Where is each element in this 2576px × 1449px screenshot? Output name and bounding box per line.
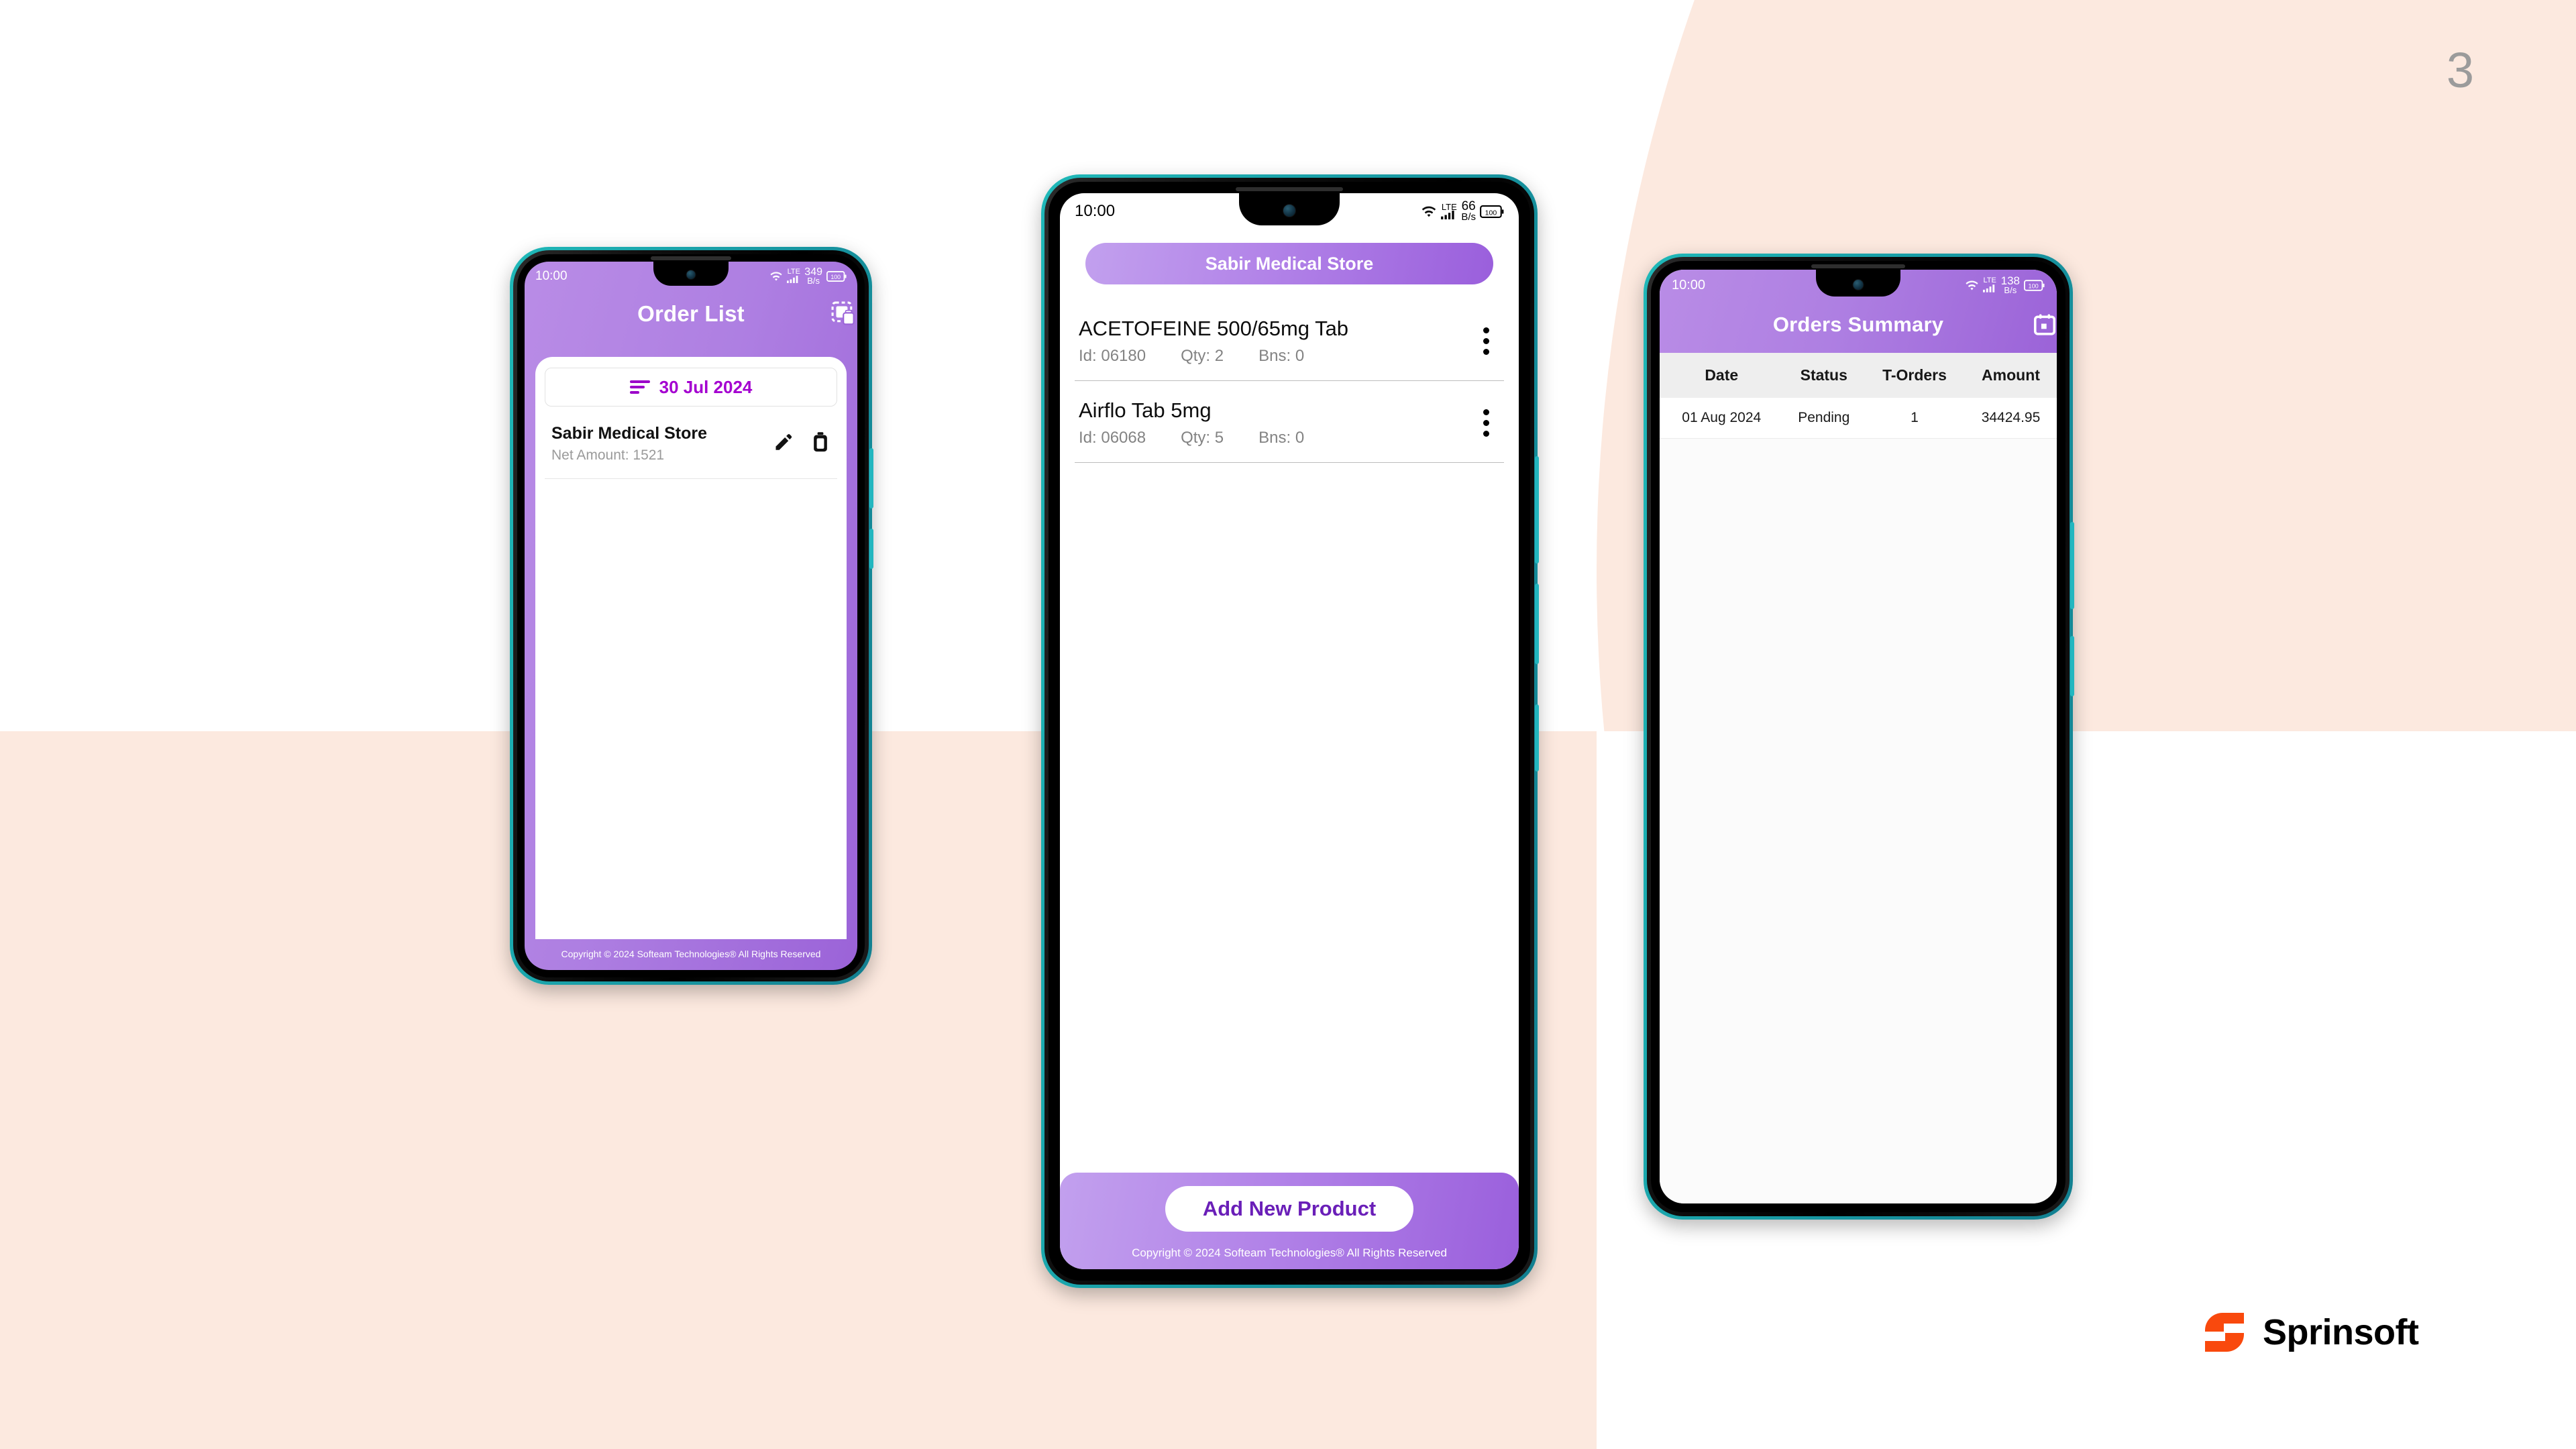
camera-notch [1816,270,1900,297]
network-type-label: LTE [787,268,800,276]
page-title: Order List [637,301,745,326]
volume-up-button[interactable] [1535,456,1539,564]
product-qty: Qty: 2 [1181,347,1224,365]
order-net-amount: Net Amount: 1521 [551,447,665,463]
cell-amount: 34424.95 [1964,398,2057,439]
phone-mockup-order-list: 10:00 LTE 349 B/s 100 Order List 30 Jul … [510,247,873,985]
bottom-action-bar: Add New Product Copyright © 2024 Softeam… [1060,1173,1519,1269]
volume-down-button[interactable] [1535,584,1539,664]
front-camera-icon [1283,204,1296,218]
power-button[interactable] [1535,704,1539,771]
earpiece-speaker [1236,187,1343,191]
product-name: Airflo Tab 5mg [1079,398,1212,422]
app-bar: Orders Summary [1660,297,2057,353]
order-store-name: Sabir Medical Store [551,424,708,443]
volume-button[interactable] [2070,522,2074,609]
store-name-pill[interactable]: Sabir Medical Store [1085,243,1493,284]
calendar-icon[interactable] [2033,313,2057,337]
signal-icon: LTE [1441,203,1457,220]
battery-icon: 100 [1480,205,1504,218]
footer-copyright: Copyright © 2024 Softeam Technologies® A… [561,949,821,959]
product-list-item[interactable]: ACETOFEINE 500/65mg Tab Id: 06180 Qty: 2… [1075,299,1504,381]
wifi-icon [1421,205,1437,218]
column-header-status: Status [1783,353,1865,398]
column-header-amount: Amount [1964,353,2057,398]
product-list-item[interactable]: Airflo Tab 5mg Id: 06068 Qty: 5 Bns: 0 [1075,381,1504,463]
status-time: 10:00 [1672,277,1706,292]
network-speed-unit: B/s [1461,211,1476,223]
signal-icon: LTE [1982,276,1997,292]
cell-date: 01 Aug 2024 [1660,398,1784,439]
network-speed-unit: B/s [2004,284,2017,295]
status-time: 10:00 [535,268,568,283]
add-new-product-button[interactable]: Add New Product [1165,1186,1414,1232]
camera-notch [653,262,729,286]
product-bns: Bns: 0 [1258,347,1305,365]
trash-icon[interactable] [810,431,830,456]
page-number: 3 [2446,42,2474,98]
wifi-icon [769,271,783,282]
power-button[interactable] [2070,636,2074,696]
phone-screen: 10:00 LTE 66 B/s 100 Sabir Medical Store… [1060,193,1519,1269]
signal-icon: LTE [787,268,800,283]
cell-status: Pending [1783,398,1865,439]
battery-icon: 100 [826,270,847,282]
product-list: ACETOFEINE 500/65mg Tab Id: 06180 Qty: 2… [1060,299,1519,1173]
network-type-label: LTE [1983,276,1996,285]
product-qty: Qty: 5 [1181,429,1224,447]
kebab-menu-icon[interactable] [1472,405,1500,441]
network-speed: 66 B/s [1461,200,1476,223]
product-name: ACETOFEINE 500/65mg Tab [1079,317,1349,340]
order-list-item[interactable]: Sabir Medical Store Net Amount: 1521 [545,407,837,479]
date-filter-value: 30 Jul 2024 [659,376,753,397]
network-speed: 138 B/s [2001,275,2020,295]
app-bar: Order List [525,287,857,341]
brand-logo: Sprinsoft [2204,1311,2419,1353]
network-speed-unit: B/s [807,275,820,286]
product-bns: Bns: 0 [1258,429,1305,447]
filter-icon [629,380,650,394]
table-header-row: Date Status T-Orders Amount [1660,353,2057,398]
column-header-date: Date [1660,353,1784,398]
earpiece-speaker [1811,264,1905,268]
slide-canvas: 3 10:00 LTE 349 B/s 100 Order List 30 Ju… [0,0,2576,1449]
sprinsoft-mark-icon [2204,1311,2245,1353]
volume-button[interactable] [869,448,873,508]
cell-torders: 1 [1864,398,1965,439]
pencil-icon[interactable] [773,432,793,455]
camera-notch [1239,193,1340,225]
power-button[interactable] [869,529,873,569]
svg-text:100: 100 [830,273,841,280]
table-row[interactable]: 01 Aug 2024 Pending 1 34424.95 [1660,398,2057,439]
status-time: 10:00 [1075,202,1116,220]
phone-mockup-product-list: 10:00 LTE 66 B/s 100 Sabir Medical Store… [1041,174,1539,1288]
content-sheet: 30 Jul 2024 Sabir Medical Store Net Amou… [535,357,847,939]
battery-icon: 100 [2024,279,2045,291]
page-title: Orders Summary [1772,313,1944,336]
column-header-torders: T-Orders [1864,353,1965,398]
orders-summary-table: Date Status T-Orders Amount 01 Aug 2024 … [1660,353,2057,439]
wifi-icon [1965,280,1979,291]
svg-text:100: 100 [1485,209,1497,217]
network-speed: 349 B/s [804,266,822,286]
phone-screen: 10:00 LTE 349 B/s 100 Order List 30 Jul … [525,262,857,970]
svg-text:100: 100 [2029,282,2039,289]
product-id: Id: 06068 [1079,429,1146,447]
phone-mockup-orders-summary: 10:00 LTE 138 B/s 100 Orders Summary Dat… [1644,254,2074,1220]
phone-screen: 10:00 LTE 138 B/s 100 Orders Summary Dat… [1660,270,2057,1203]
product-id: Id: 06180 [1079,347,1146,365]
kebab-menu-icon[interactable] [1472,323,1500,359]
select-delete-icon[interactable] [830,301,857,327]
footer-copyright: Copyright © 2024 Softeam Technologies® A… [1132,1246,1447,1259]
front-camera-icon [1852,278,1864,290]
brand-name: Sprinsoft [2263,1312,2419,1352]
earpiece-speaker [651,256,731,260]
front-camera-icon [686,270,696,280]
date-filter-button[interactable]: 30 Jul 2024 [545,368,837,407]
network-type-label: LTE [1441,201,1457,212]
table-empty-area [1660,439,2057,1203]
